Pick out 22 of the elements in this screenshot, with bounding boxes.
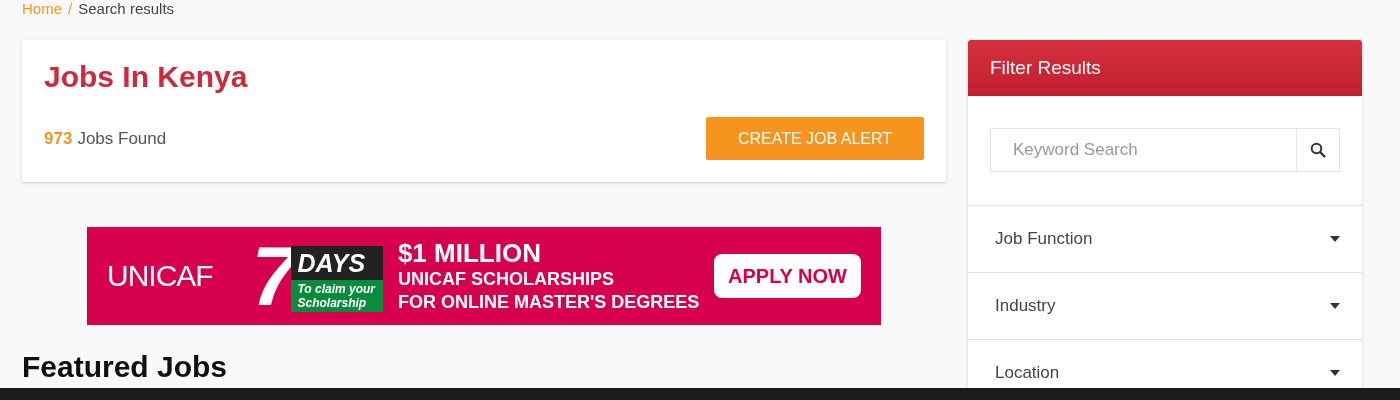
caret-down-icon	[1330, 370, 1340, 376]
filter-header: Filter Results	[968, 40, 1362, 96]
search-button[interactable]	[1296, 128, 1340, 172]
banner-logo: UNICAF	[107, 259, 214, 293]
banner-text: FOR ONLINE MASTER'S DEGREES	[397, 291, 701, 314]
filter-section[interactable]: Job Function	[968, 206, 1362, 273]
search-icon	[1310, 142, 1326, 158]
banner-days-label: DAYS	[291, 246, 384, 280]
caret-down-icon	[1330, 236, 1340, 242]
job-count: 973	[44, 128, 73, 149]
page-title: Jobs In Kenya	[44, 59, 249, 95]
count-label: Jobs Found	[77, 128, 167, 149]
filter-section[interactable]: Industry	[968, 273, 1362, 340]
section-heading: Featured Jobs	[22, 349, 229, 385]
apply-now-button[interactable]: APPLY NOW	[714, 254, 861, 298]
breadcrumb-separator: /	[68, 0, 73, 17]
banner-text: UNICAF SCHOLARSHIPS	[397, 268, 615, 291]
breadcrumb-current: Search results	[78, 0, 175, 17]
banner-note: To claim your Scholarship	[291, 280, 384, 312]
caret-down-icon	[1330, 303, 1340, 309]
keyword-search-field[interactable]: Keyword Search	[990, 128, 1296, 172]
banner-headline: $1 MILLION	[397, 238, 542, 268]
